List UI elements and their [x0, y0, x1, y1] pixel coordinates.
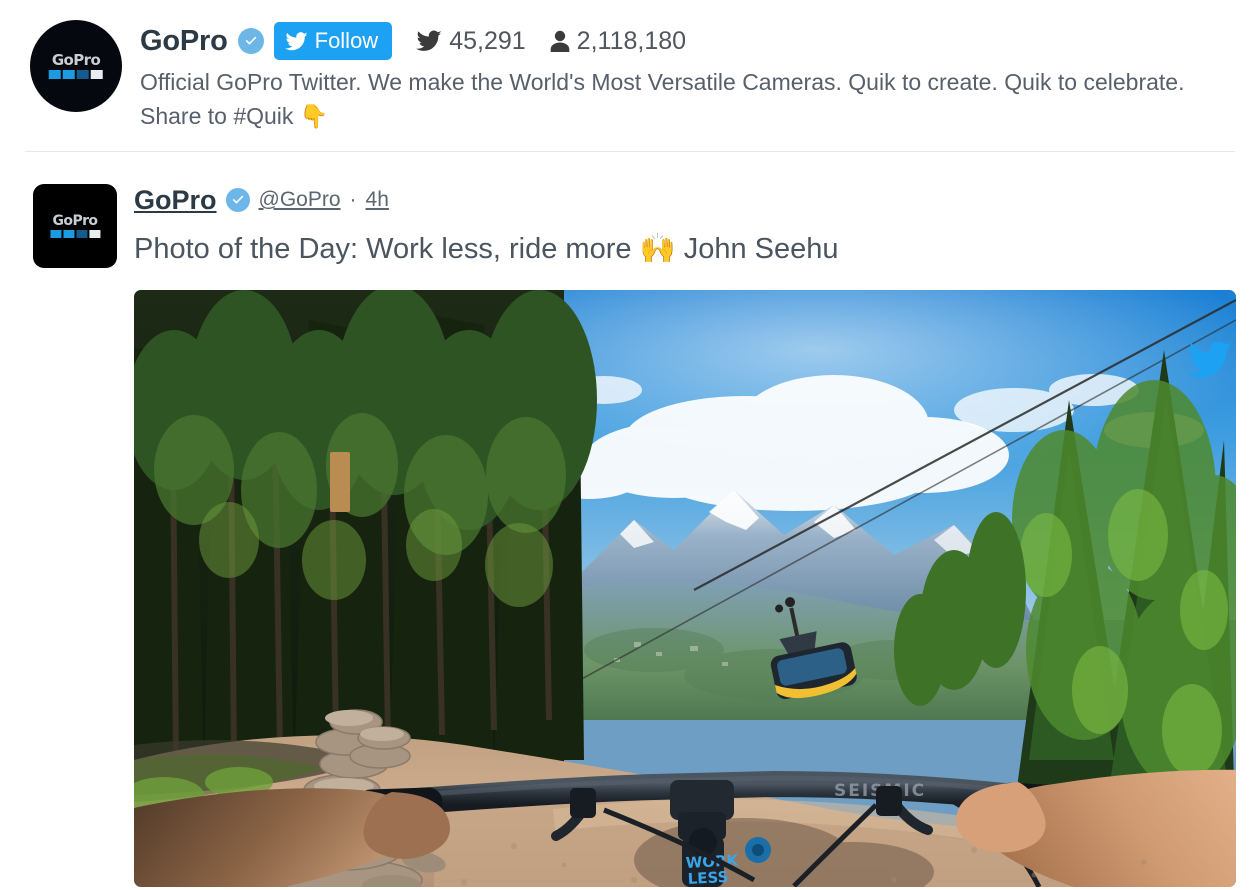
twitter-bird-icon — [416, 30, 442, 51]
tweet-timestamp[interactable]: 4h — [366, 188, 389, 212]
gopro-square-2 — [62, 230, 74, 238]
gopro-logo: GoPro — [46, 214, 103, 238]
tweet-text: Photo of the Day: Work less, ride more 🙌… — [134, 227, 1236, 270]
tweet-body: GoPro @GoPro · 4h Photo of the Day: Work… — [134, 182, 1236, 887]
followers-stat: 2,118,180 — [550, 27, 686, 56]
svg-text:LESS: LESS — [687, 868, 729, 887]
profile-name[interactable]: GoPro — [140, 25, 228, 58]
profile-avatar[interactable]: GoPro — [30, 20, 122, 112]
profile-bio-line2: Share to #Quik — [140, 103, 300, 129]
tweets-count: 45,291 — [449, 26, 526, 55]
tweet-text-part1: Photo of the Day: Work less, ride more — [134, 233, 640, 265]
followers-count: 2,118,180 — [576, 26, 687, 55]
person-icon — [550, 30, 569, 52]
tweet-header-row: GoPro @GoPro · 4h — [134, 182, 1236, 218]
gopro-square-4 — [88, 230, 100, 238]
tweets-stat: 45,291 — [416, 26, 526, 56]
gopro-square-3 — [75, 230, 87, 238]
gopro-squares — [49, 230, 100, 238]
tweet-separator: · — [349, 188, 357, 211]
profile-bio-line1: Official GoPro Twitter. We make the Worl… — [140, 69, 1185, 95]
gopro-logo: GoPro — [45, 53, 108, 79]
profile-bio: Official GoPro Twitter. We make the Worl… — [140, 65, 1230, 134]
point-down-emoji: 👇 — [299, 104, 329, 130]
mountain-bike-pov-photo: SEISMIC WORK LESS — [134, 290, 1236, 887]
tweet-text-part2: John Seehu — [675, 233, 839, 265]
tweet-photo[interactable]: SEISMIC WORK LESS — [134, 290, 1236, 887]
gopro-square-2 — [62, 70, 75, 79]
gopro-square-1 — [48, 70, 61, 79]
tweet-item: GoPro GoPro @GoPro · 4h Photo of the Day… — [0, 152, 1255, 887]
gopro-wordmark: GoPro — [51, 51, 101, 69]
verified-check-icon — [237, 28, 264, 54]
profile-header: GoPro GoPro Follow 45,291 2,118,180 Offi… — [0, 0, 1255, 134]
profile-title-row: GoPro Follow 45,291 2,118,180 — [140, 20, 1230, 62]
twitter-embed-widget: GoPro GoPro Follow 45,291 2,118,180 Offi… — [0, 0, 1255, 890]
tweet-author-handle[interactable]: @GoPro — [259, 188, 341, 212]
profile-body: GoPro Follow 45,291 2,118,180 Official G… — [140, 18, 1230, 134]
follow-button-label: Follow — [314, 28, 379, 53]
follow-button[interactable]: Follow — [273, 22, 393, 60]
verified-check-icon — [225, 188, 250, 212]
gopro-wordmark: GoPro — [52, 213, 99, 229]
gopro-squares — [48, 70, 103, 79]
twitter-bird-icon — [284, 31, 308, 50]
gopro-square-4 — [90, 70, 103, 79]
raising-hands-emoji: 🙌 — [639, 231, 676, 265]
gopro-square-1 — [49, 230, 61, 238]
tweet-avatar[interactable]: GoPro — [33, 184, 117, 268]
twitter-bird-icon[interactable] — [1187, 337, 1233, 383]
tweet-author-name[interactable]: GoPro — [134, 185, 217, 216]
gopro-square-3 — [76, 70, 89, 79]
